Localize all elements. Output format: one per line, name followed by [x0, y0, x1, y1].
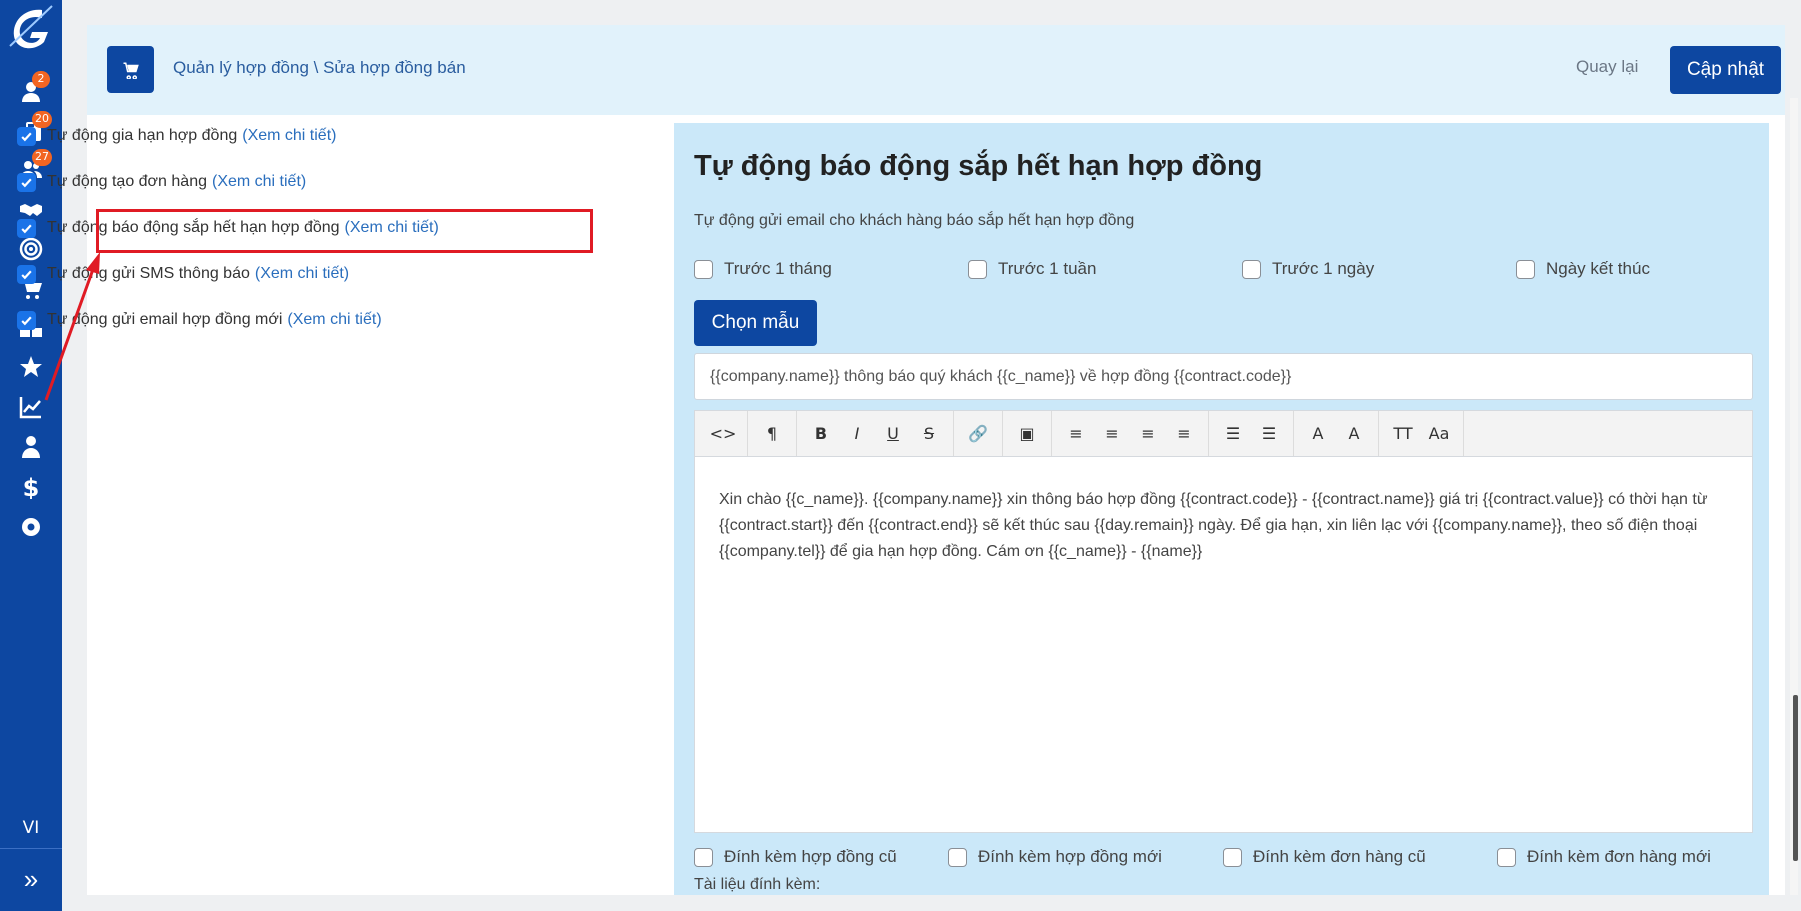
link-icon[interactable]: 🔗	[963, 419, 993, 449]
gear-icon[interactable]	[14, 510, 48, 544]
language-selector[interactable]: VI	[0, 818, 62, 838]
panel-subtitle: Tự động gửi email cho khách hàng báo sắp…	[694, 212, 1135, 229]
notification-badge: 2	[32, 71, 50, 88]
page-header: Quản lý hợp đồng \ Sửa hợp đồng bán Quay…	[87, 25, 1785, 115]
checkbox-label: Đính kèm đơn hàng cũ	[1253, 847, 1426, 866]
attach-option[interactable]: Đính kèm đơn hàng cũ	[1223, 847, 1426, 867]
cart-icon	[107, 46, 154, 93]
update-button[interactable]: Cập nhật	[1670, 46, 1781, 94]
checkbox[interactable]	[17, 310, 36, 330]
toolbar-group: 🔗	[954, 411, 1003, 456]
chart-line-icon[interactable]	[14, 390, 48, 424]
checkbox[interactable]	[17, 126, 36, 146]
view-details-link[interactable]: (Xem chi tiết)	[212, 173, 306, 191]
back-link[interactable]: Quay lại	[1576, 57, 1638, 77]
checkbox-label: Đính kèm hợp đồng cũ	[724, 847, 897, 866]
option-label: Tự động gửi SMS thông báo	[47, 265, 250, 282]
toolbar-group: AA	[1294, 411, 1379, 456]
checkbox[interactable]	[1516, 259, 1535, 279]
dollar-icon[interactable]: $	[14, 470, 48, 504]
checkbox-label: Trước 1 tháng	[724, 259, 832, 278]
choose-template-button[interactable]: Chọn mẫu	[694, 300, 817, 346]
option-label: Tự động tạo đơn hàng	[47, 173, 207, 190]
user-tie-icon[interactable]	[14, 430, 48, 464]
option-label: Tự động gia hạn hợp đồng	[47, 127, 238, 144]
email-subject-input[interactable]: {{company.name}} thông báo quý khách {{c…	[694, 353, 1753, 400]
sidebar-divider	[0, 848, 62, 849]
checkbox[interactable]	[1223, 847, 1242, 867]
checkbox-label: Đính kèm đơn hàng mới	[1527, 847, 1711, 866]
font-family-icon[interactable]: Aa	[1424, 419, 1454, 449]
breadcrumb[interactable]: Quản lý hợp đồng \ Sửa hợp đồng bán	[173, 58, 466, 78]
view-details-link[interactable]: (Xem chi tiết)	[255, 265, 349, 283]
image-icon[interactable]: ▣	[1012, 419, 1042, 449]
svg-text:$: $	[23, 475, 40, 499]
toolbar-group: ☰ ☰	[1209, 411, 1294, 456]
unordered-list-icon[interactable]: ☰	[1218, 419, 1248, 449]
attach-option[interactable]: Đính kèm hợp đồng cũ	[694, 847, 897, 867]
editor-toolbar: <> ¶ B I U S 🔗 ▣ ≡ ≡ ≡ ≡ ☰ ☰ A A TT Aa	[694, 410, 1753, 457]
font-size-icon[interactable]: TT	[1388, 419, 1418, 449]
expiry-alert-panel: Tự động báo động sắp hết hạn hợp đồng Tự…	[674, 123, 1769, 895]
highlight-box	[96, 209, 593, 253]
align-right-icon[interactable]: ≡	[1133, 419, 1163, 449]
toolbar-group: ▣	[1003, 411, 1052, 456]
ordered-list-icon[interactable]: ☰	[1254, 419, 1284, 449]
checkbox[interactable]	[17, 264, 36, 284]
option-label: Tự động gửi email hợp đồng mới	[47, 311, 283, 328]
align-center-icon[interactable]: ≡	[1097, 419, 1127, 449]
toolbar-group: ≡ ≡ ≡ ≡	[1052, 411, 1209, 456]
timing-option[interactable]: Trước 1 tháng	[694, 259, 832, 279]
view-details-link[interactable]: (Xem chi tiết)	[287, 311, 381, 329]
attach-options: Đính kèm hợp đồng cũ Đính kèm hợp đồng mớ…	[694, 847, 1754, 871]
checkbox[interactable]	[17, 172, 36, 192]
underline-icon[interactable]: U	[878, 419, 908, 449]
italic-icon[interactable]: I	[842, 419, 872, 449]
strikethrough-icon[interactable]: S	[914, 419, 944, 449]
checkbox-label: Ngày kết thúc	[1546, 259, 1650, 278]
email-body-editor[interactable]: Xin chào {{c_name}}. {{company.name}} xi…	[694, 456, 1753, 833]
align-justify-icon[interactable]: ≡	[1169, 419, 1199, 449]
checkbox-label: Đính kèm hợp đồng mới	[978, 847, 1162, 866]
bold-icon[interactable]: B	[806, 419, 836, 449]
paragraph-icon[interactable]: ¶	[757, 419, 787, 449]
font-color-icon[interactable]: A	[1303, 419, 1333, 449]
toolbar-group: ¶	[748, 411, 797, 456]
timing-option[interactable]: Trước 1 ngày	[1242, 259, 1374, 279]
align-left-icon[interactable]: ≡	[1061, 419, 1091, 449]
automation-option: Tự động gửi SMS thông báo (Xem chi tiết)	[17, 262, 349, 286]
checkbox[interactable]	[694, 847, 713, 867]
checkbox[interactable]	[17, 218, 36, 238]
checkbox-label: Trước 1 tuần	[998, 259, 1097, 278]
timing-option[interactable]: Trước 1 tuần	[968, 259, 1096, 279]
checkbox[interactable]	[968, 259, 987, 279]
toolbar-group: TT Aa	[1379, 411, 1464, 456]
notification-badge: 27	[32, 149, 52, 166]
automation-option: Tự động gia hạn hợp đồng (Xem chi tiết)	[17, 124, 336, 148]
checkbox[interactable]	[1242, 259, 1261, 279]
star-icon[interactable]	[14, 350, 48, 384]
attachments-label: Tài liệu đính kèm:	[694, 876, 821, 893]
toolbar-group: BIUS	[797, 411, 954, 456]
code-view-icon[interactable]: <>	[708, 419, 738, 449]
checkbox[interactable]	[694, 259, 713, 279]
checkbox[interactable]	[1497, 847, 1516, 867]
timing-option[interactable]: Ngày kết thúc	[1516, 259, 1650, 279]
toolbar-group: <>	[699, 411, 748, 456]
checkbox[interactable]	[948, 847, 967, 867]
timing-options: Trước 1 tháng Trước 1 tuần Trước 1 ngày Ngà…	[694, 259, 1754, 283]
attach-option[interactable]: Đính kèm đơn hàng mới	[1497, 847, 1711, 867]
checkbox-label: Trước 1 ngày	[1272, 259, 1375, 278]
logo-icon	[9, 5, 53, 49]
highlight-color-icon[interactable]: A	[1339, 419, 1369, 449]
user-icon[interactable]: 2	[14, 71, 50, 109]
view-details-link[interactable]: (Xem chi tiết)	[242, 127, 336, 145]
scrollbar-thumb[interactable]	[1793, 695, 1798, 861]
automation-option: Tự động gửi email hợp đồng mới (Xem chi t…	[17, 308, 382, 332]
attach-option[interactable]: Đính kèm hợp đồng mới	[948, 847, 1162, 867]
double-chevron-right-icon[interactable]: »	[16, 864, 46, 894]
panel-title: Tự động báo động sắp hết hạn hợp đồng	[694, 150, 1263, 182]
automation-option: Tự động tạo đơn hàng (Xem chi tiết)	[17, 170, 306, 194]
